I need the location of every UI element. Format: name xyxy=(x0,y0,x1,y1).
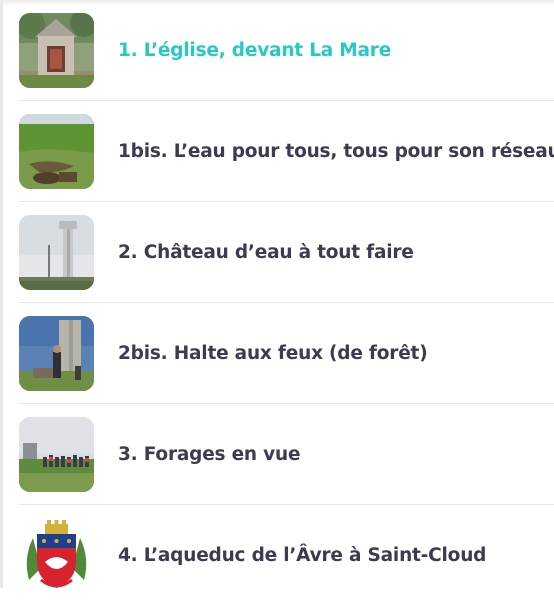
stop-label: 2. Château d’eau à tout faire xyxy=(118,242,414,263)
field-photo xyxy=(19,114,94,189)
water-tower-photo xyxy=(19,215,94,290)
stops-list: 1. L’église, devant La Mare 1bis. L’eau … xyxy=(19,0,554,606)
stop-item-1[interactable]: 1. L’église, devant La Mare xyxy=(19,0,554,101)
tower-group-photo xyxy=(19,316,94,391)
stop-label: 1. L’église, devant La Mare xyxy=(118,40,392,61)
chapel-photo xyxy=(19,13,94,88)
stop-item-2bis[interactable]: 2bis. Halte aux feux (de forêt) xyxy=(19,303,554,404)
group-field-photo xyxy=(19,417,94,492)
left-border xyxy=(0,0,3,588)
stop-item-1bis[interactable]: 1bis. L’eau pour tous, tous pour son rés… xyxy=(19,101,554,202)
stop-item-2[interactable]: 2. Château d’eau à tout faire xyxy=(19,202,554,303)
stop-label: 2bis. Halte aux feux (de forêt) xyxy=(118,343,428,364)
stop-label: 3. Forages en vue xyxy=(118,444,301,465)
stop-label: 4. L’aqueduc de l’Âvre à Saint-Cloud xyxy=(118,545,487,566)
stop-item-3[interactable]: 3. Forages en vue xyxy=(19,404,554,505)
coat-of-arms xyxy=(19,518,94,593)
stop-label: 1bis. L’eau pour tous, tous pour son rés… xyxy=(118,141,554,162)
stop-item-4[interactable]: 4. L’aqueduc de l’Âvre à Saint-Cloud xyxy=(19,505,554,606)
